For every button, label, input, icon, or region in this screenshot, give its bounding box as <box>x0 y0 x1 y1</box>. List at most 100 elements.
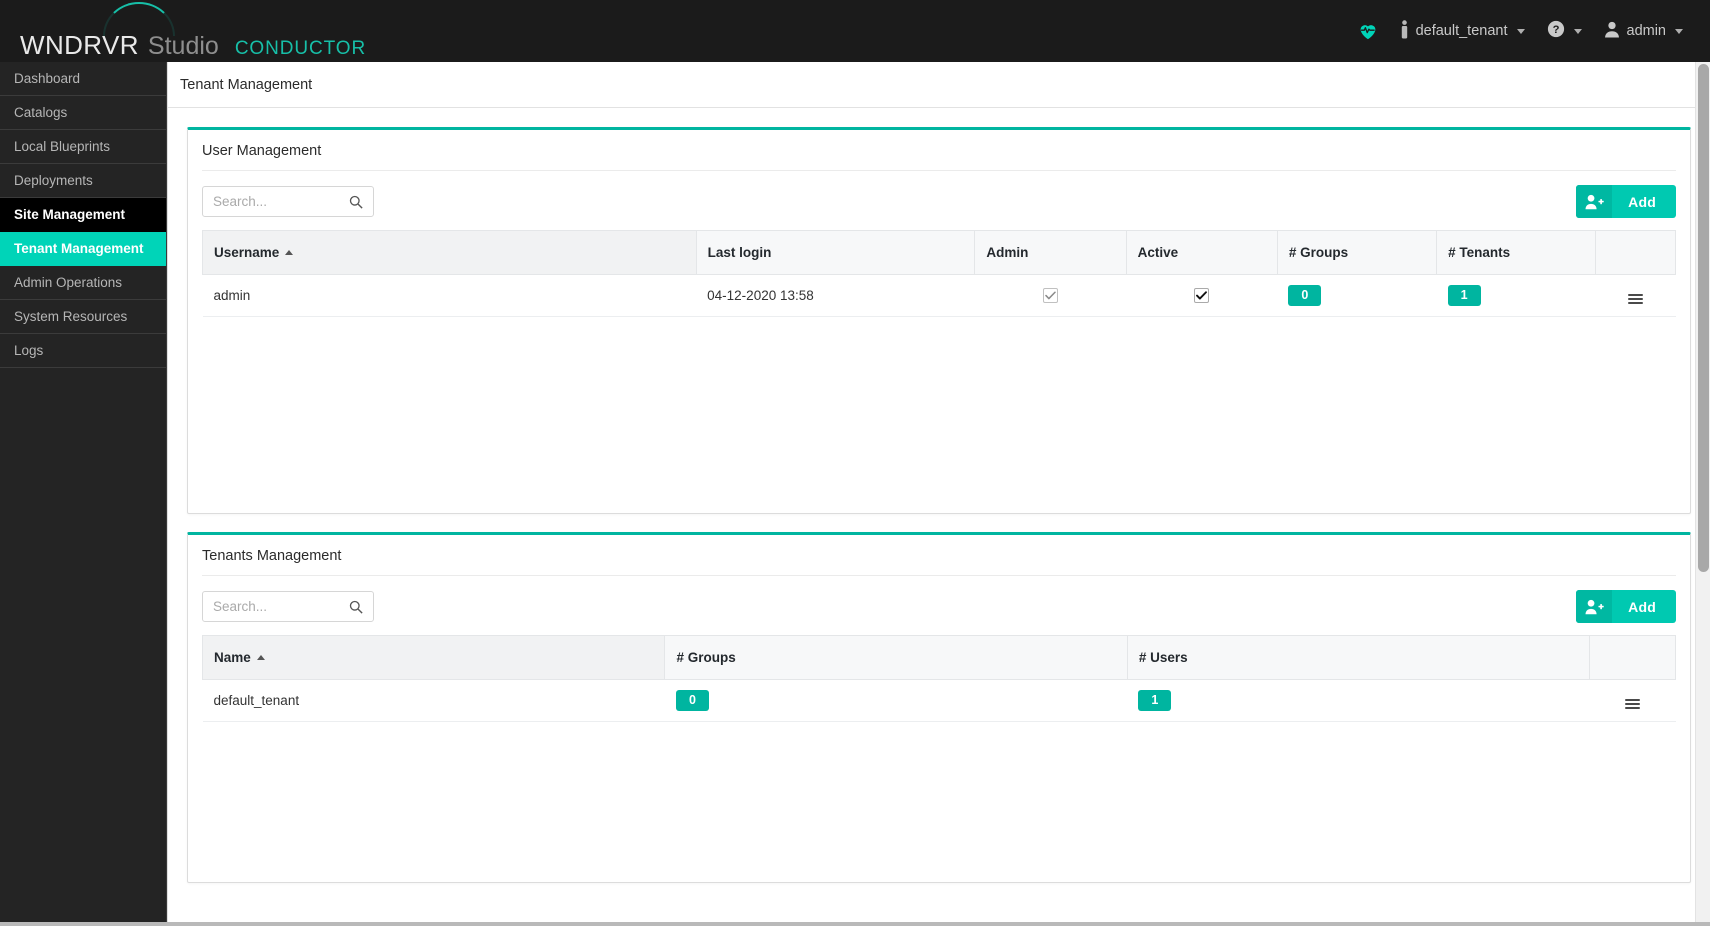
search-icon[interactable] <box>345 195 373 209</box>
brand-product-name: CONDUCTOR <box>234 38 367 59</box>
cell-last_login: 04-12-2020 13:58 <box>696 274 975 317</box>
user-table-body: admin 04-12-2020 13:58 0 1 <box>202 274 1676 317</box>
row-menu-icon[interactable] <box>1622 696 1643 712</box>
user-avatar-icon <box>1604 21 1620 42</box>
main-region: Tenant Management User Management Search… <box>167 62 1710 926</box>
user-search-input[interactable] <box>203 194 345 209</box>
checkbox[interactable] <box>1042 288 1058 304</box>
user-table: Username Last login Admin Active # Groups # T… <box>202 230 1676 317</box>
cell-users: 1 <box>1127 679 1590 722</box>
cell-groups: 0 <box>664 679 1128 722</box>
checkbox[interactable] <box>1194 288 1210 304</box>
sidebar-item-label: System Resources <box>14 309 128 324</box>
add-user-icon <box>1576 590 1613 623</box>
tenants-management-panel-title: Tenants Management <box>202 548 342 564</box>
sidebar-item-dashboard[interactable]: Dashboard <box>0 62 166 96</box>
user-menu[interactable]: admin <box>1593 13 1695 49</box>
sidebar-item-local-blueprints[interactable]: Local Blueprints <box>0 130 166 164</box>
cell-text: 04-12-2020 13:58 <box>707 288 814 303</box>
user-table-wrapper: Username Last login Admin Active # Groups # T… <box>188 230 1690 317</box>
tenant-table-empty-space <box>188 722 1690 882</box>
page-title-bar: Tenant Management <box>168 62 1710 108</box>
tenants-management-panel: Tenants Management Search... Add Name # … <box>187 532 1691 883</box>
column-header-active[interactable]: Active <box>1126 230 1278 275</box>
cell-name: default_tenant <box>202 679 665 722</box>
column-header-actions[interactable] <box>1595 230 1676 275</box>
sidebar-item-admin-operations[interactable]: Admin Operations <box>0 266 166 300</box>
column-header-label: Name <box>214 650 251 665</box>
count-badge[interactable]: 1 <box>1138 689 1172 712</box>
sidebar-item-label: Admin Operations <box>14 275 123 290</box>
tenant-selector-label: default_tenant <box>1415 23 1508 39</box>
sidebar-nav: Dashboard Catalogs Local Blueprints Deploym… <box>0 62 167 926</box>
brand-logo[interactable]: WNDRVR Studio CONDUCTOR <box>0 0 366 62</box>
user-management-toolbar: Add <box>188 171 1690 230</box>
column-header-tenants[interactable]: # Tenants <box>1436 230 1597 275</box>
header-actions: default_tenant ? admin <box>1347 0 1710 62</box>
tenant-table-body: default_tenant 0 1 <box>202 679 1676 722</box>
heart-pulse-icon <box>1358 22 1378 40</box>
sidebar-item-label: Catalogs <box>14 105 68 120</box>
horizontal-scrollbar[interactable] <box>0 922 1710 926</box>
column-header-groups[interactable]: # Groups <box>664 635 1128 680</box>
column-header-name[interactable]: Name <box>201 635 666 680</box>
add-tenant-button-label: Add <box>1628 598 1656 615</box>
user-management-panel-title: User Management <box>202 143 322 159</box>
page-content: User Management Search... Add Username L… <box>168 108 1710 926</box>
column-header-users[interactable]: # Users <box>1127 635 1591 680</box>
chevron-down-icon <box>1573 28 1582 34</box>
cell-actions <box>1595 274 1676 317</box>
sidebar-item-label: Tenant Management <box>14 241 144 256</box>
column-header-username[interactable]: Username <box>202 230 697 275</box>
user-management-panel: User Management Search... Add Username L… <box>187 127 1691 514</box>
add-tenant-button[interactable]: Add <box>1576 590 1676 623</box>
column-header-actions[interactable] <box>1589 635 1676 680</box>
user-search-box[interactable] <box>202 186 374 217</box>
column-header-label: Active <box>1137 245 1179 260</box>
tenant-table-head: Name # Groups # Users <box>201 635 1676 680</box>
add-user-button[interactable]: Add <box>1576 185 1676 218</box>
tenant-search-box[interactable] <box>202 591 374 622</box>
page-title: Tenant Management <box>180 76 313 93</box>
system-health-button[interactable] <box>1347 13 1389 49</box>
user-menu-label: admin <box>1626 23 1667 39</box>
chevron-down-icon <box>1675 28 1683 34</box>
count-badge[interactable]: 0 <box>675 689 709 712</box>
cell-active-checkbox <box>1126 274 1278 317</box>
sidebar-item-catalogs[interactable]: Catalogs <box>0 96 166 130</box>
sidebar-item-logs[interactable]: Logs <box>0 334 166 368</box>
column-header-label: # Tenants <box>1448 245 1511 260</box>
sidebar-item-label: Site Management <box>14 207 126 222</box>
column-header-last_login[interactable]: Last login <box>696 230 976 275</box>
top-header: WNDRVR Studio CONDUCTOR default_tenant ?… <box>0 0 1710 62</box>
body-region: Dashboard Catalogs Local Blueprints Deploym… <box>0 62 1710 926</box>
tenant-search-input[interactable] <box>203 599 345 614</box>
search-icon[interactable] <box>345 600 373 614</box>
column-header-label: # Users <box>1138 650 1188 665</box>
cell-text: default_tenant <box>213 693 300 708</box>
tenant-table-wrapper: Name # Groups # Users default_tenant 0 1 <box>188 635 1690 722</box>
chevron-down-icon <box>1516 28 1525 34</box>
brand-arc-icon <box>103 2 175 36</box>
sidebar-item-tenant-management[interactable]: Tenant Management <box>0 232 166 266</box>
column-header-label: Last login <box>707 245 772 260</box>
row-menu-icon[interactable] <box>1625 291 1646 307</box>
user-table-head: Username Last login Admin Active # Groups # T… <box>202 230 1676 275</box>
tenant-selector[interactable]: default_tenant <box>1389 13 1536 49</box>
column-header-admin[interactable]: Admin <box>974 230 1127 275</box>
table-row[interactable]: admin 04-12-2020 13:58 0 1 <box>202 274 1676 317</box>
svg-text:?: ? <box>1552 24 1559 36</box>
vertical-scrollbar-thumb[interactable] <box>1698 64 1709 572</box>
help-menu[interactable]: ? <box>1536 13 1593 49</box>
vertical-scrollbar[interactable] <box>1695 62 1710 926</box>
sidebar-item-site-management[interactable]: Site Management <box>0 198 166 232</box>
table-row[interactable]: default_tenant 0 1 <box>202 679 1676 722</box>
app-window: WNDRVR Studio CONDUCTOR default_tenant ?… <box>0 0 1710 926</box>
count-badge[interactable]: 1 <box>1447 284 1481 307</box>
sidebar-item-deployments[interactable]: Deployments <box>0 164 166 198</box>
cell-admin-checkbox <box>974 274 1127 317</box>
column-header-groups[interactable]: # Groups <box>1277 230 1438 275</box>
sidebar-item-system-resources[interactable]: System Resources <box>0 300 166 334</box>
add-user-icon <box>1576 185 1613 218</box>
count-badge[interactable]: 0 <box>1288 284 1322 307</box>
